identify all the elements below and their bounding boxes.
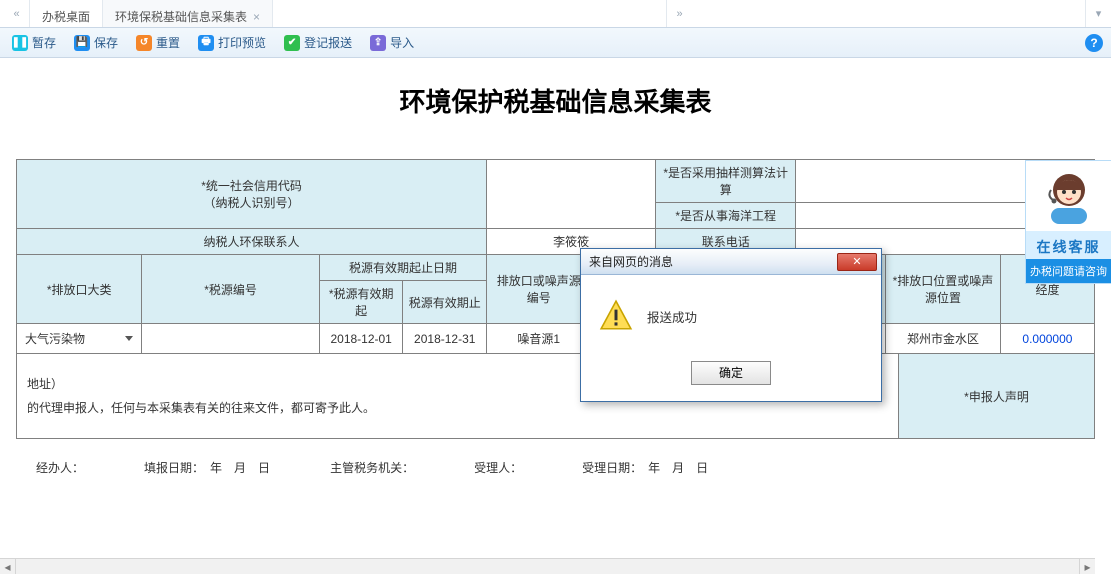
label-ocean: *是否从事海洋工程 (656, 203, 796, 229)
declare-label: *申报人声明 (899, 354, 1094, 438)
col-valid-end: 税源有效期止 (403, 281, 487, 324)
help-button[interactable]: ? (1085, 34, 1103, 52)
col-valid-period: 税源有效期起止日期 (319, 255, 486, 281)
col-tax-source-no: *税源编号 (142, 255, 320, 324)
col-location: *排放口位置或噪声源位置 (886, 255, 1001, 324)
cs-subtitle: 办税问题请咨询 (1026, 259, 1111, 283)
dialog-message: 报送成功 (647, 307, 697, 326)
tabs-overflow[interactable]: ▾ (1085, 0, 1111, 27)
tab-close-icon[interactable]: × (253, 10, 260, 24)
print-preview-button[interactable]: 🖶打印预览 (194, 32, 270, 53)
label-sampling: *是否采用抽样测算法计算 (656, 160, 796, 203)
save-icon: 💾 (74, 35, 90, 51)
dialog-title: 来自网页的消息 (589, 253, 673, 270)
notes-area: 地址） 的代理申报人，任何与本采集表有关的往来文件，都可寄予此人。 *申报人声明 (16, 354, 1095, 439)
apply-button[interactable]: ✔登记报送 (280, 32, 356, 53)
accept-date-label: 受理日期： 年 月 日 (582, 459, 708, 476)
col-emission-port-no: 排放口或噪声源编号 (487, 255, 591, 324)
cell-location[interactable]: 郑州市金水区 (886, 324, 1001, 354)
tab-env-tax-form[interactable]: 环境保税基础信息采集表 × (103, 0, 273, 27)
form-footer: 经办人： 填报日期： 年 月 日 主管税务机关： 受理人： 受理日期： 年 月 … (16, 439, 1095, 482)
dialog-ok-button[interactable]: 确定 (691, 361, 771, 385)
col-emission-type: *排放口大类 (17, 255, 142, 324)
scroll-left-icon[interactable]: ◂ (0, 559, 16, 574)
tmpsave-icon: ❚❚ (12, 35, 28, 51)
value-uscc[interactable] (487, 160, 656, 229)
page-title: 环境保护税基础信息采集表 (16, 64, 1095, 159)
scroll-right-icon[interactable]: ▸ (1079, 559, 1095, 574)
chevron-down-icon (125, 336, 133, 341)
form-scroll-area: 环境保护税基础信息采集表 *统一社会信用代码 （纳税人识别号） *是否采用抽样测… (0, 58, 1111, 574)
alert-dialog: 来自网页的消息 ✕ 报送成功 确定 (580, 248, 882, 402)
apply-icon: ✔ (284, 35, 300, 51)
import-icon: ⇪ (370, 35, 386, 51)
cell-emission-type[interactable]: 大气污染物 (17, 324, 142, 354)
print-icon: 🖶 (198, 35, 214, 51)
tabs-scroll-right[interactable]: » (666, 0, 692, 27)
operator-label: 经办人： (36, 459, 84, 476)
info-form-table: *统一社会信用代码 （纳税人识别号） *是否采用抽样测算法计算 *是否从事海洋工… (16, 159, 1095, 354)
cell-longitude[interactable]: 0.000000 (1000, 324, 1094, 354)
cell-tax-source-no[interactable] (142, 324, 320, 354)
reset-icon: ↺ (136, 35, 152, 51)
warning-icon (599, 299, 633, 333)
tab-label: 环境保税基础信息采集表 (115, 8, 247, 25)
tmpsave-button[interactable]: ❚❚暂存 (8, 32, 60, 53)
tab-bar: « 办税桌面 环境保税基础信息采集表 × » ▾ (0, 0, 1111, 28)
label-contact: 纳税人环保联系人 (17, 229, 487, 255)
import-button[interactable]: ⇪导入 (366, 32, 418, 53)
cs-avatar-icon (1026, 161, 1111, 231)
cell-valid-end[interactable]: 2018-12-31 (403, 324, 487, 354)
customer-service-widget[interactable]: 在线客服 办税问题请咨询 (1025, 160, 1111, 284)
horizontal-scrollbar[interactable]: ◂ ▸ (0, 558, 1095, 574)
tabs-scroll-left[interactable]: « (4, 0, 30, 27)
reset-button[interactable]: ↺重置 (132, 32, 184, 53)
tax-authority-label: 主管税务机关： (330, 459, 414, 476)
dialog-titlebar[interactable]: 来自网页的消息 ✕ (581, 249, 881, 275)
cell-emission-port-no[interactable]: 噪音源1 (487, 324, 591, 354)
label-uscc: *统一社会信用代码 （纳税人识别号） (17, 160, 487, 229)
table-row: 大气污染物 2018-12-01 2018-12-31 噪音源1 呀 中原区 林… (17, 324, 1095, 354)
save-button[interactable]: 💾保存 (70, 32, 122, 53)
dialog-close-button[interactable]: ✕ (837, 253, 877, 271)
cell-valid-start[interactable]: 2018-12-01 (319, 324, 403, 354)
tab-desktop[interactable]: 办税桌面 (30, 0, 103, 27)
tab-label: 办税桌面 (42, 8, 90, 25)
cs-title: 在线客服 (1026, 231, 1111, 259)
acceptor-label: 受理人： (474, 459, 522, 476)
col-valid-start: *税源有效期起 (319, 281, 403, 324)
fill-date-label: 填报日期： 年 月 日 (144, 459, 270, 476)
toolbar: ❚❚暂存 💾保存 ↺重置 🖶打印预览 ✔登记报送 ⇪导入 ? (0, 28, 1111, 58)
